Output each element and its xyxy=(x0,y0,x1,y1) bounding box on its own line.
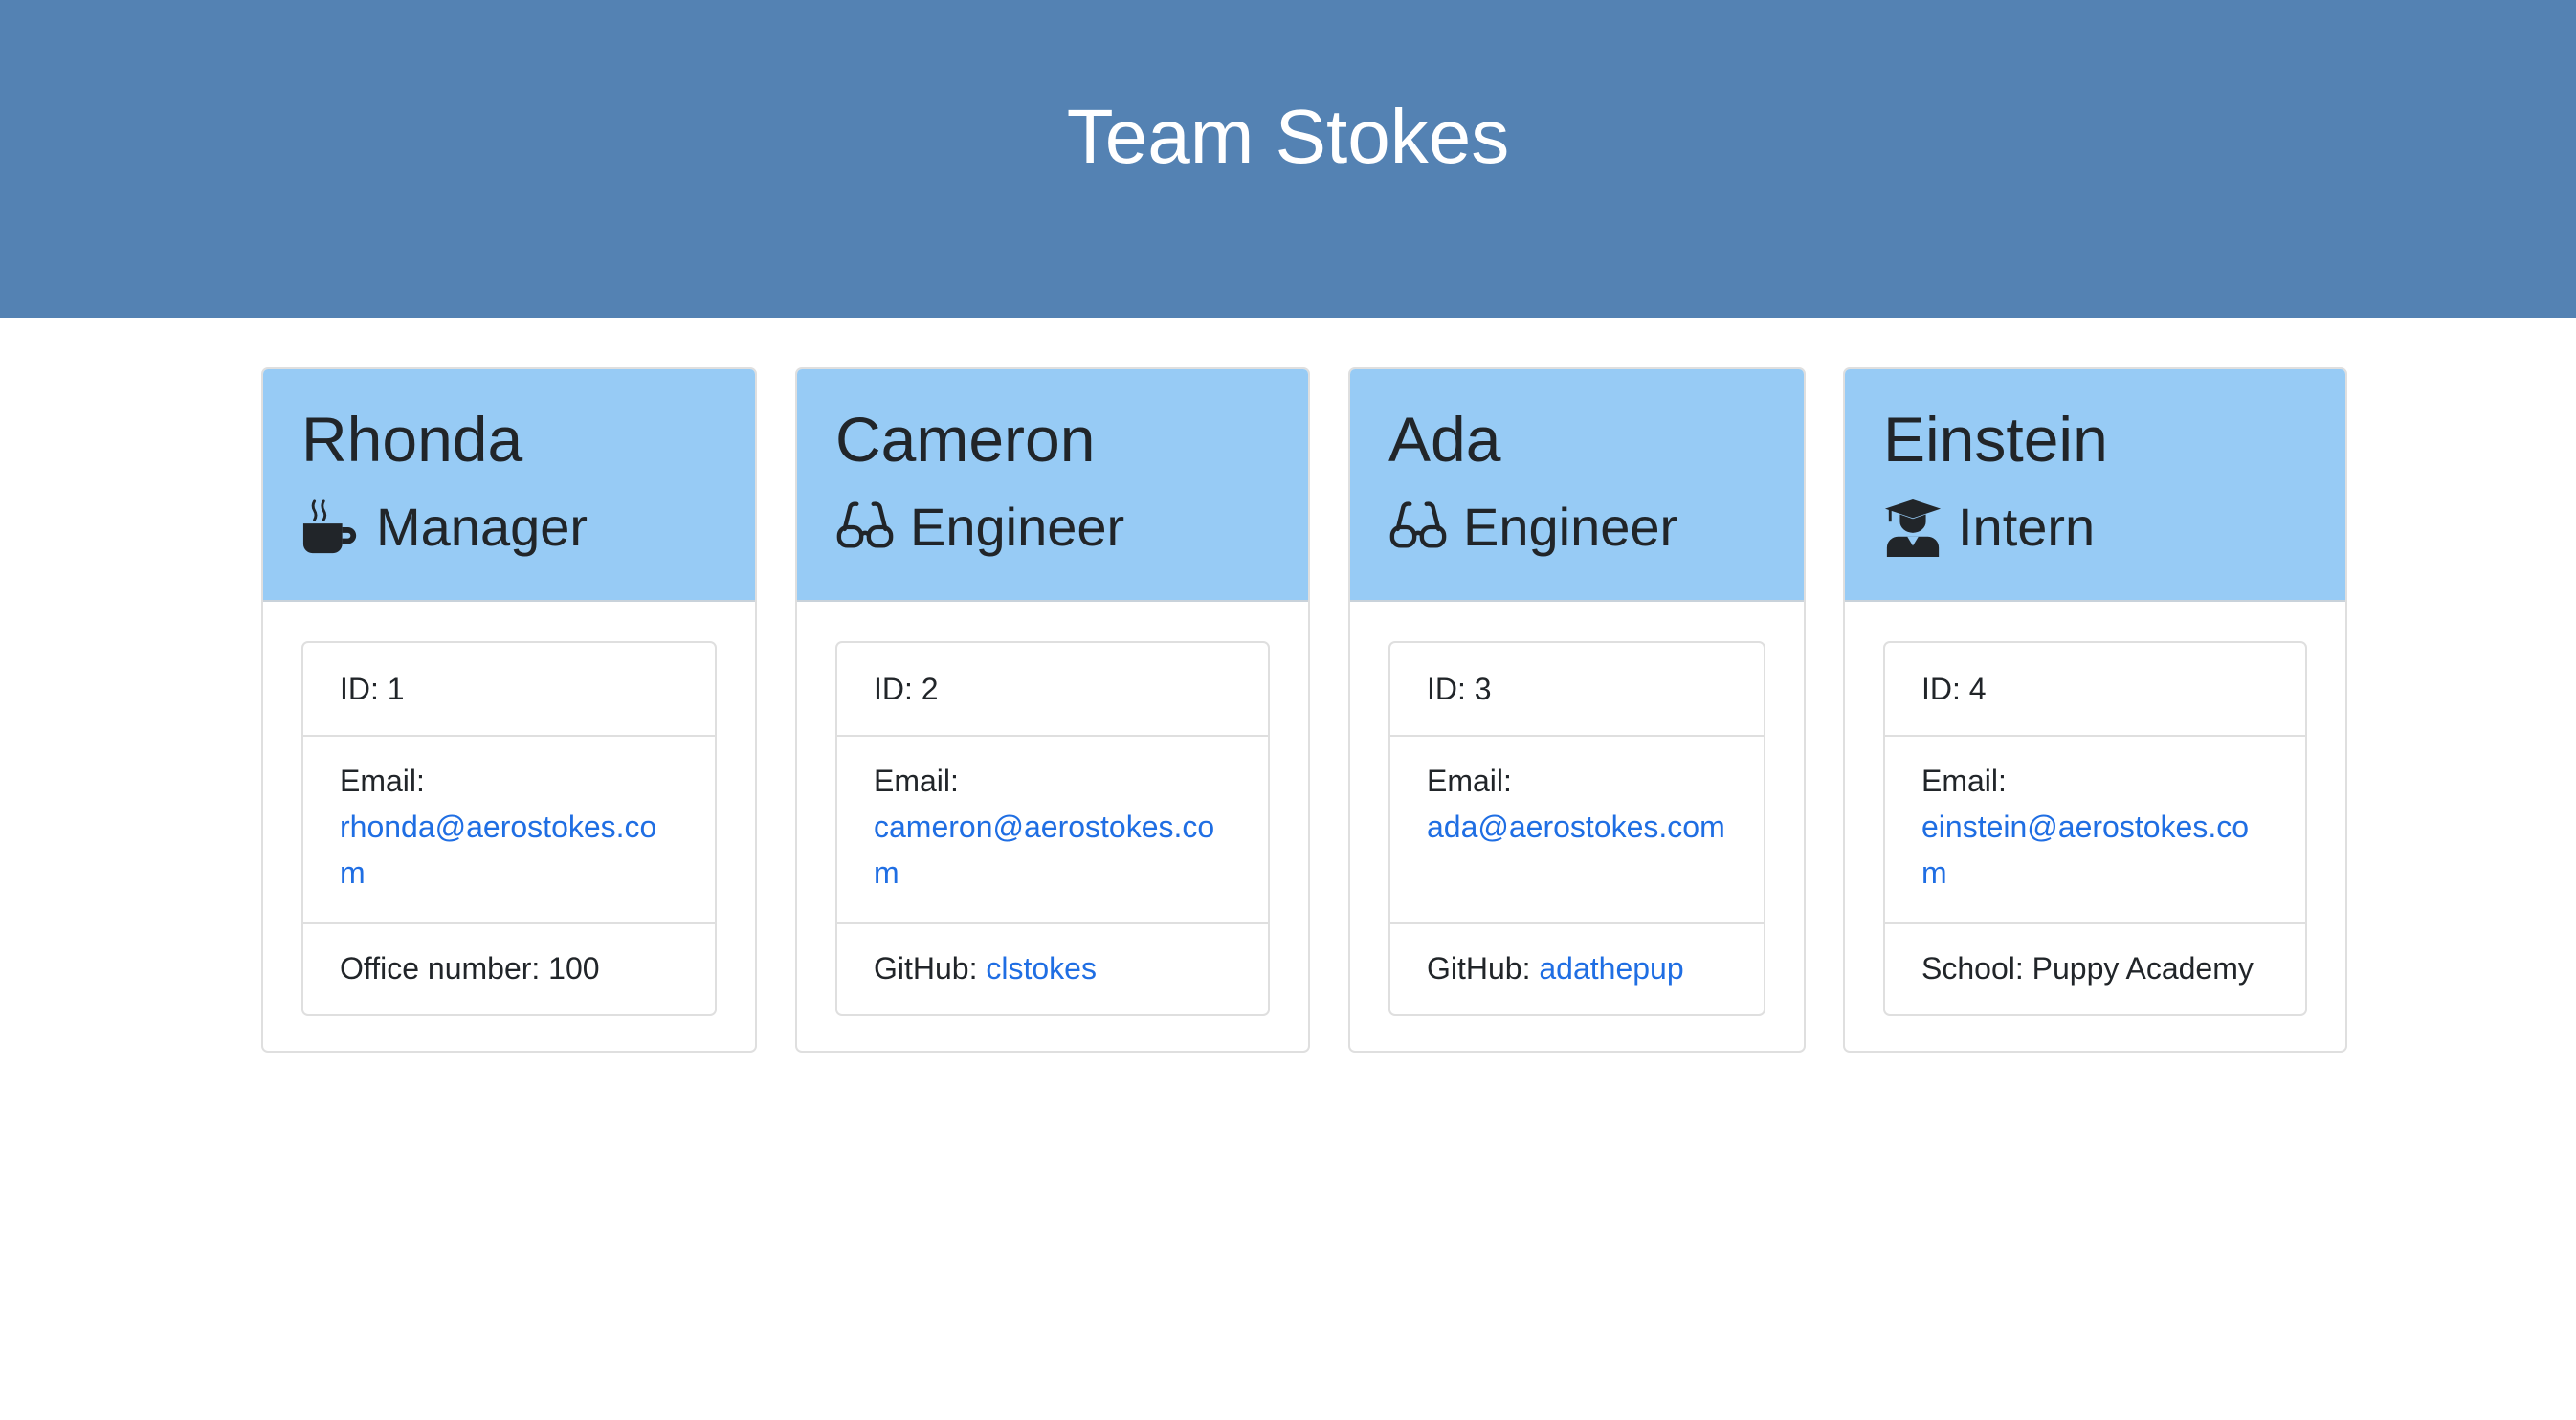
employee-email-item: Email: ada@aerostokes.com xyxy=(1390,737,1764,924)
graduate-icon xyxy=(1883,498,1943,557)
email-link[interactable]: einstein@aerostokes.com xyxy=(1921,810,2249,890)
glasses-icon xyxy=(1388,498,1448,557)
email-link[interactable]: ada@aerostokes.com xyxy=(1427,810,1725,844)
employee-details: ID: 2 Email: cameron@aerostokes.com GitH… xyxy=(835,641,1270,1016)
email-link[interactable]: cameron@aerostokes.com xyxy=(874,810,1214,890)
employee-card-einstein: Einstein Intern ID: 4 Email: einstein@ae… xyxy=(1843,367,2347,1053)
card-header: Rhonda Manager xyxy=(263,369,755,602)
employee-id: ID: 4 xyxy=(1885,643,2305,737)
github-link[interactable]: clstokes xyxy=(986,951,1097,986)
glasses-icon xyxy=(835,498,895,557)
employee-details: ID: 3 Email: ada@aerostokes.com GitHub: … xyxy=(1388,641,1765,1016)
github-label: GitHub: xyxy=(874,951,987,986)
employee-name: Rhonda xyxy=(301,404,523,475)
role-label: Intern xyxy=(1958,497,2096,557)
email-label: Email: xyxy=(874,764,959,798)
employee-role: Intern xyxy=(1883,484,2095,570)
employee-role: Engineer xyxy=(1388,484,1677,570)
page-header: Team Stokes xyxy=(0,0,2576,318)
email-label: Email: xyxy=(340,764,425,798)
role-label: Engineer xyxy=(910,497,1125,557)
employee-details: ID: 4 Email: einstein@aerostokes.com Sch… xyxy=(1883,641,2307,1016)
employee-card-cameron: Cameron Engineer ID: 2 Email: cameron@ae… xyxy=(795,367,1310,1053)
card-header: Einstein Intern xyxy=(1845,369,2345,602)
page-title: Team Stokes xyxy=(1066,94,1510,179)
role-label: Manager xyxy=(376,497,588,557)
employee-name: Einstein xyxy=(1883,404,2108,475)
employee-details: ID: 1 Email: rhonda@aerostokes.com Offic… xyxy=(301,641,717,1016)
email-link[interactable]: rhonda@aerostokes.com xyxy=(340,810,656,890)
employee-card-rhonda: Rhonda Manager ID: 1 Email: rhonda@aeros… xyxy=(261,367,757,1053)
email-label: Email: xyxy=(1921,764,2007,798)
employee-email-item: Email: cameron@aerostokes.com xyxy=(837,737,1268,924)
email-label: Email: xyxy=(1427,764,1512,798)
employee-id: ID: 3 xyxy=(1390,643,1764,737)
employee-email-item: Email: rhonda@aerostokes.com xyxy=(303,737,715,924)
employee-role: Manager xyxy=(301,484,588,570)
employee-name: Ada xyxy=(1388,404,1501,475)
card-header: Ada Engineer xyxy=(1350,369,1804,602)
employee-name: Cameron xyxy=(835,404,1096,475)
employee-id: ID: 1 xyxy=(303,643,715,737)
employee-id: ID: 2 xyxy=(837,643,1268,737)
employee-email-item: Email: einstein@aerostokes.com xyxy=(1885,737,2305,924)
school: School: Puppy Academy xyxy=(1921,951,2254,986)
employee-role: Engineer xyxy=(835,484,1124,570)
card-header: Cameron Engineer xyxy=(797,369,1308,602)
github-item: GitHub: adathepup xyxy=(1390,924,1764,1016)
github-item: GitHub: clstokes xyxy=(837,924,1268,1016)
role-label: Engineer xyxy=(1463,497,1678,557)
coffee-mug-icon xyxy=(301,498,361,557)
github-link[interactable]: adathepup xyxy=(1539,951,1683,986)
office-number: Office number: 100 xyxy=(340,951,600,986)
employee-card-ada: Ada Engineer ID: 3 Email: ada@aerostokes… xyxy=(1348,367,1806,1053)
github-label: GitHub: xyxy=(1427,951,1540,986)
